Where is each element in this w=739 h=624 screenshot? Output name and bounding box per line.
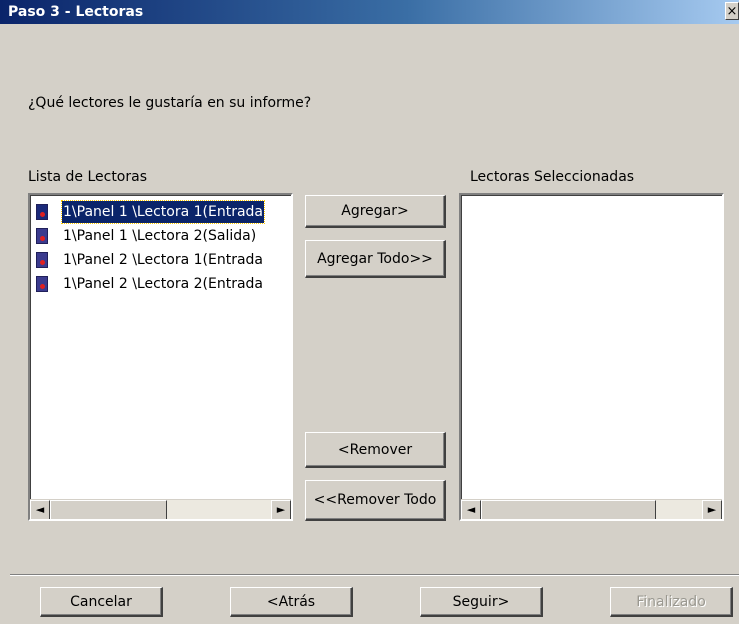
finish-button: Finalizado: [610, 587, 733, 617]
remove-all-button[interactable]: <<Remover Todo: [305, 480, 446, 521]
selected-list-label: Lectoras Seleccionadas: [470, 169, 635, 185]
question-text: ¿Qué lectores le gustaría en su informe?: [28, 95, 312, 111]
reader-icon: [36, 252, 48, 268]
scroll-left-icon[interactable]: ◄: [30, 500, 50, 519]
wizard-window: Paso 3 - Lectoras × ¿Qué lectores le gus…: [0, 0, 739, 624]
title-bar[interactable]: Paso 3 - Lectoras ×: [0, 0, 739, 24]
list-item-label: 1\Panel 1 \Lectora 2(Salida): [63, 228, 257, 244]
scroll-right-icon[interactable]: ►: [271, 500, 291, 519]
reader-icon: [36, 276, 48, 292]
close-icon[interactable]: ×: [725, 2, 739, 20]
available-list-label: Lista de Lectoras: [28, 169, 147, 185]
next-button[interactable]: Seguir>: [420, 587, 543, 617]
reader-icon: [36, 228, 48, 244]
remove-button[interactable]: <Remover: [305, 432, 446, 468]
scroll-thumb[interactable]: [481, 500, 656, 519]
selected-list-hscrollbar[interactable]: ◄ ►: [461, 499, 722, 519]
add-all-button[interactable]: Agregar Todo>>: [305, 240, 446, 278]
window-title: Paso 3 - Lectoras: [8, 4, 144, 20]
cancel-button[interactable]: Cancelar: [40, 587, 163, 617]
scroll-right-icon[interactable]: ►: [702, 500, 722, 519]
back-button[interactable]: <Atrás: [230, 587, 353, 617]
scroll-left-icon[interactable]: ◄: [461, 500, 481, 519]
available-readers-list[interactable]: 1\Panel 1 \Lectora 1(Entrada 1\Panel 1 \L…: [28, 193, 293, 521]
footer-separator-highlight: [10, 575, 739, 576]
available-list-hscrollbar[interactable]: ◄ ►: [30, 499, 291, 519]
selected-readers-list[interactable]: ◄ ►: [459, 193, 724, 521]
list-item-label: 1\Panel 1 \Lectora 1(Entrada: [61, 200, 265, 224]
list-item-label: 1\Panel 2 \Lectora 1(Entrada: [63, 252, 263, 268]
reader-icon: [36, 204, 48, 220]
add-button[interactable]: Agregar>: [305, 195, 446, 228]
scroll-thumb[interactable]: [50, 500, 167, 519]
list-item-label: 1\Panel 2 \Lectora 2(Entrada: [63, 276, 263, 292]
